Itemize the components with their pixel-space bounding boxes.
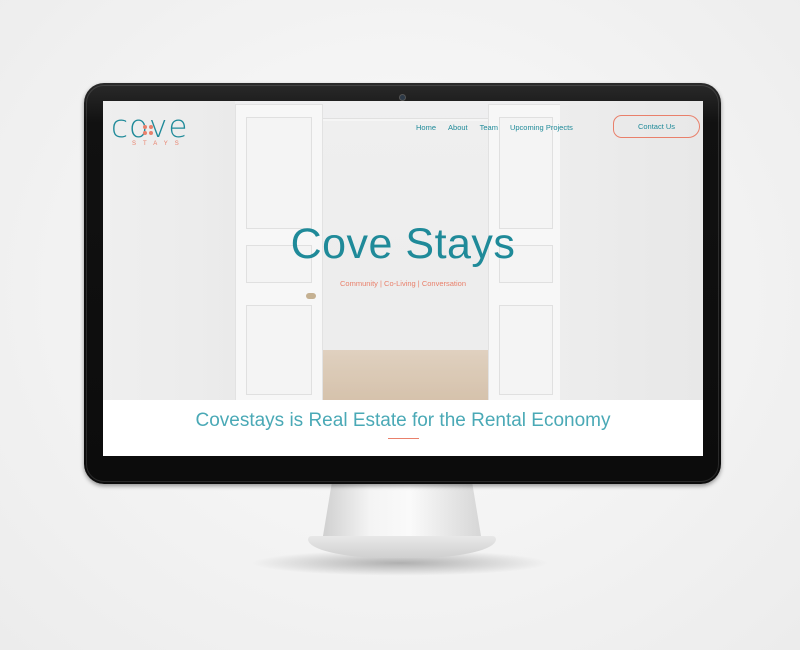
contact-us-button[interactable]: Contact Us bbox=[613, 115, 700, 138]
intro-band: Covestays is Real Estate for the Rental … bbox=[103, 400, 703, 456]
website-screen: cove STAYS Home About Team Upcoming Proj… bbox=[103, 101, 703, 456]
nav-team[interactable]: Team bbox=[480, 123, 498, 132]
webcam-icon bbox=[399, 94, 406, 101]
hero-section: cove STAYS Home About Team Upcoming Proj… bbox=[103, 101, 703, 400]
tagline-underline bbox=[388, 438, 419, 439]
nav-upcoming-projects[interactable]: Upcoming Projects bbox=[510, 123, 573, 132]
logo-subtitle: STAYS bbox=[132, 141, 186, 147]
logo-dots-icon bbox=[142, 124, 154, 136]
cove-stays-logo[interactable]: cove STAYS bbox=[111, 109, 203, 149]
nav-about[interactable]: About bbox=[448, 123, 468, 132]
hero-title: Cove Stays bbox=[290, 220, 516, 268]
hero-subtitle: Community | Co-Living | Conversation bbox=[339, 279, 467, 288]
nav-home[interactable]: Home bbox=[416, 123, 436, 132]
main-nav: Home About Team Upcoming Projects bbox=[416, 123, 573, 132]
tagline-heading: Covestays is Real Estate for the Rental … bbox=[195, 410, 611, 431]
monitor-neck bbox=[322, 484, 482, 542]
